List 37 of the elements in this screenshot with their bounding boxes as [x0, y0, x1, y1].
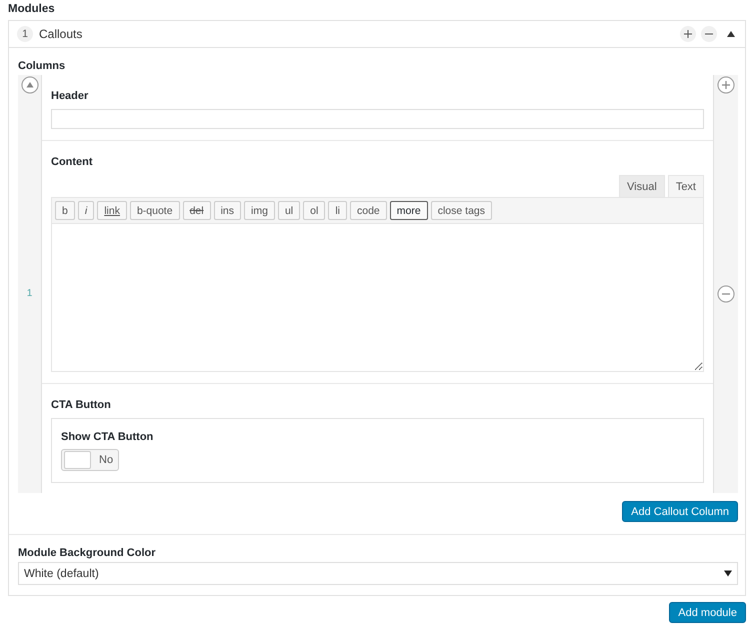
- toolbar-button[interactable]: ol: [303, 201, 326, 220]
- section-label: Modules: [8, 2, 56, 17]
- toolbar-button[interactable]: link: [97, 201, 127, 220]
- add-icon[interactable]: [717, 76, 735, 94]
- row-number: 1: [26, 288, 32, 299]
- field-label: Show CTA Button: [61, 431, 154, 443]
- remove-icon[interactable]: [717, 285, 735, 303]
- module-title: Callouts: [39, 27, 82, 41]
- toolbar-button[interactable]: li: [328, 201, 347, 220]
- caret-icon[interactable]: [727, 31, 735, 37]
- move-up-icon[interactable]: [20, 76, 38, 94]
- field-label: Content: [51, 156, 94, 168]
- dropdown-icon: [724, 570, 732, 577]
- toolbar-button[interactable]: b-quote: [130, 201, 180, 220]
- add-icon[interactable]: [680, 26, 696, 42]
- module-number: 1: [17, 26, 33, 42]
- remove-icon[interactable]: [701, 26, 717, 42]
- add-column-button[interactable]: Add Callout Column: [622, 501, 738, 522]
- toolbar-button[interactable]: close tags: [430, 201, 492, 220]
- field-label: Module Background Color: [18, 546, 156, 561]
- toolbar-button[interactable]: code: [350, 201, 387, 220]
- toolbar-button[interactable]: ins: [214, 201, 242, 220]
- field-label: Header: [51, 90, 90, 102]
- toolbar-button[interactable]: del: [182, 201, 211, 220]
- columns-label: Columns: [18, 59, 66, 74]
- add-module-button[interactable]: Add module: [669, 602, 746, 623]
- toolbar-button[interactable]: more: [390, 201, 428, 220]
- toolbar-button[interactable]: img: [244, 201, 275, 220]
- header-input[interactable]: [51, 109, 704, 129]
- editor-tab[interactable]: Visual: [619, 175, 665, 197]
- field-label: CTA Button: [51, 399, 112, 411]
- toolbar-button[interactable]: i: [78, 201, 94, 220]
- toolbar-button[interactable]: b: [55, 201, 75, 220]
- toggle-switch[interactable]: No: [61, 449, 119, 471]
- editor-tab[interactable]: Text: [668, 175, 704, 197]
- toolbar-button[interactable]: ul: [278, 201, 300, 220]
- background-select[interactable]: White (default): [18, 562, 738, 585]
